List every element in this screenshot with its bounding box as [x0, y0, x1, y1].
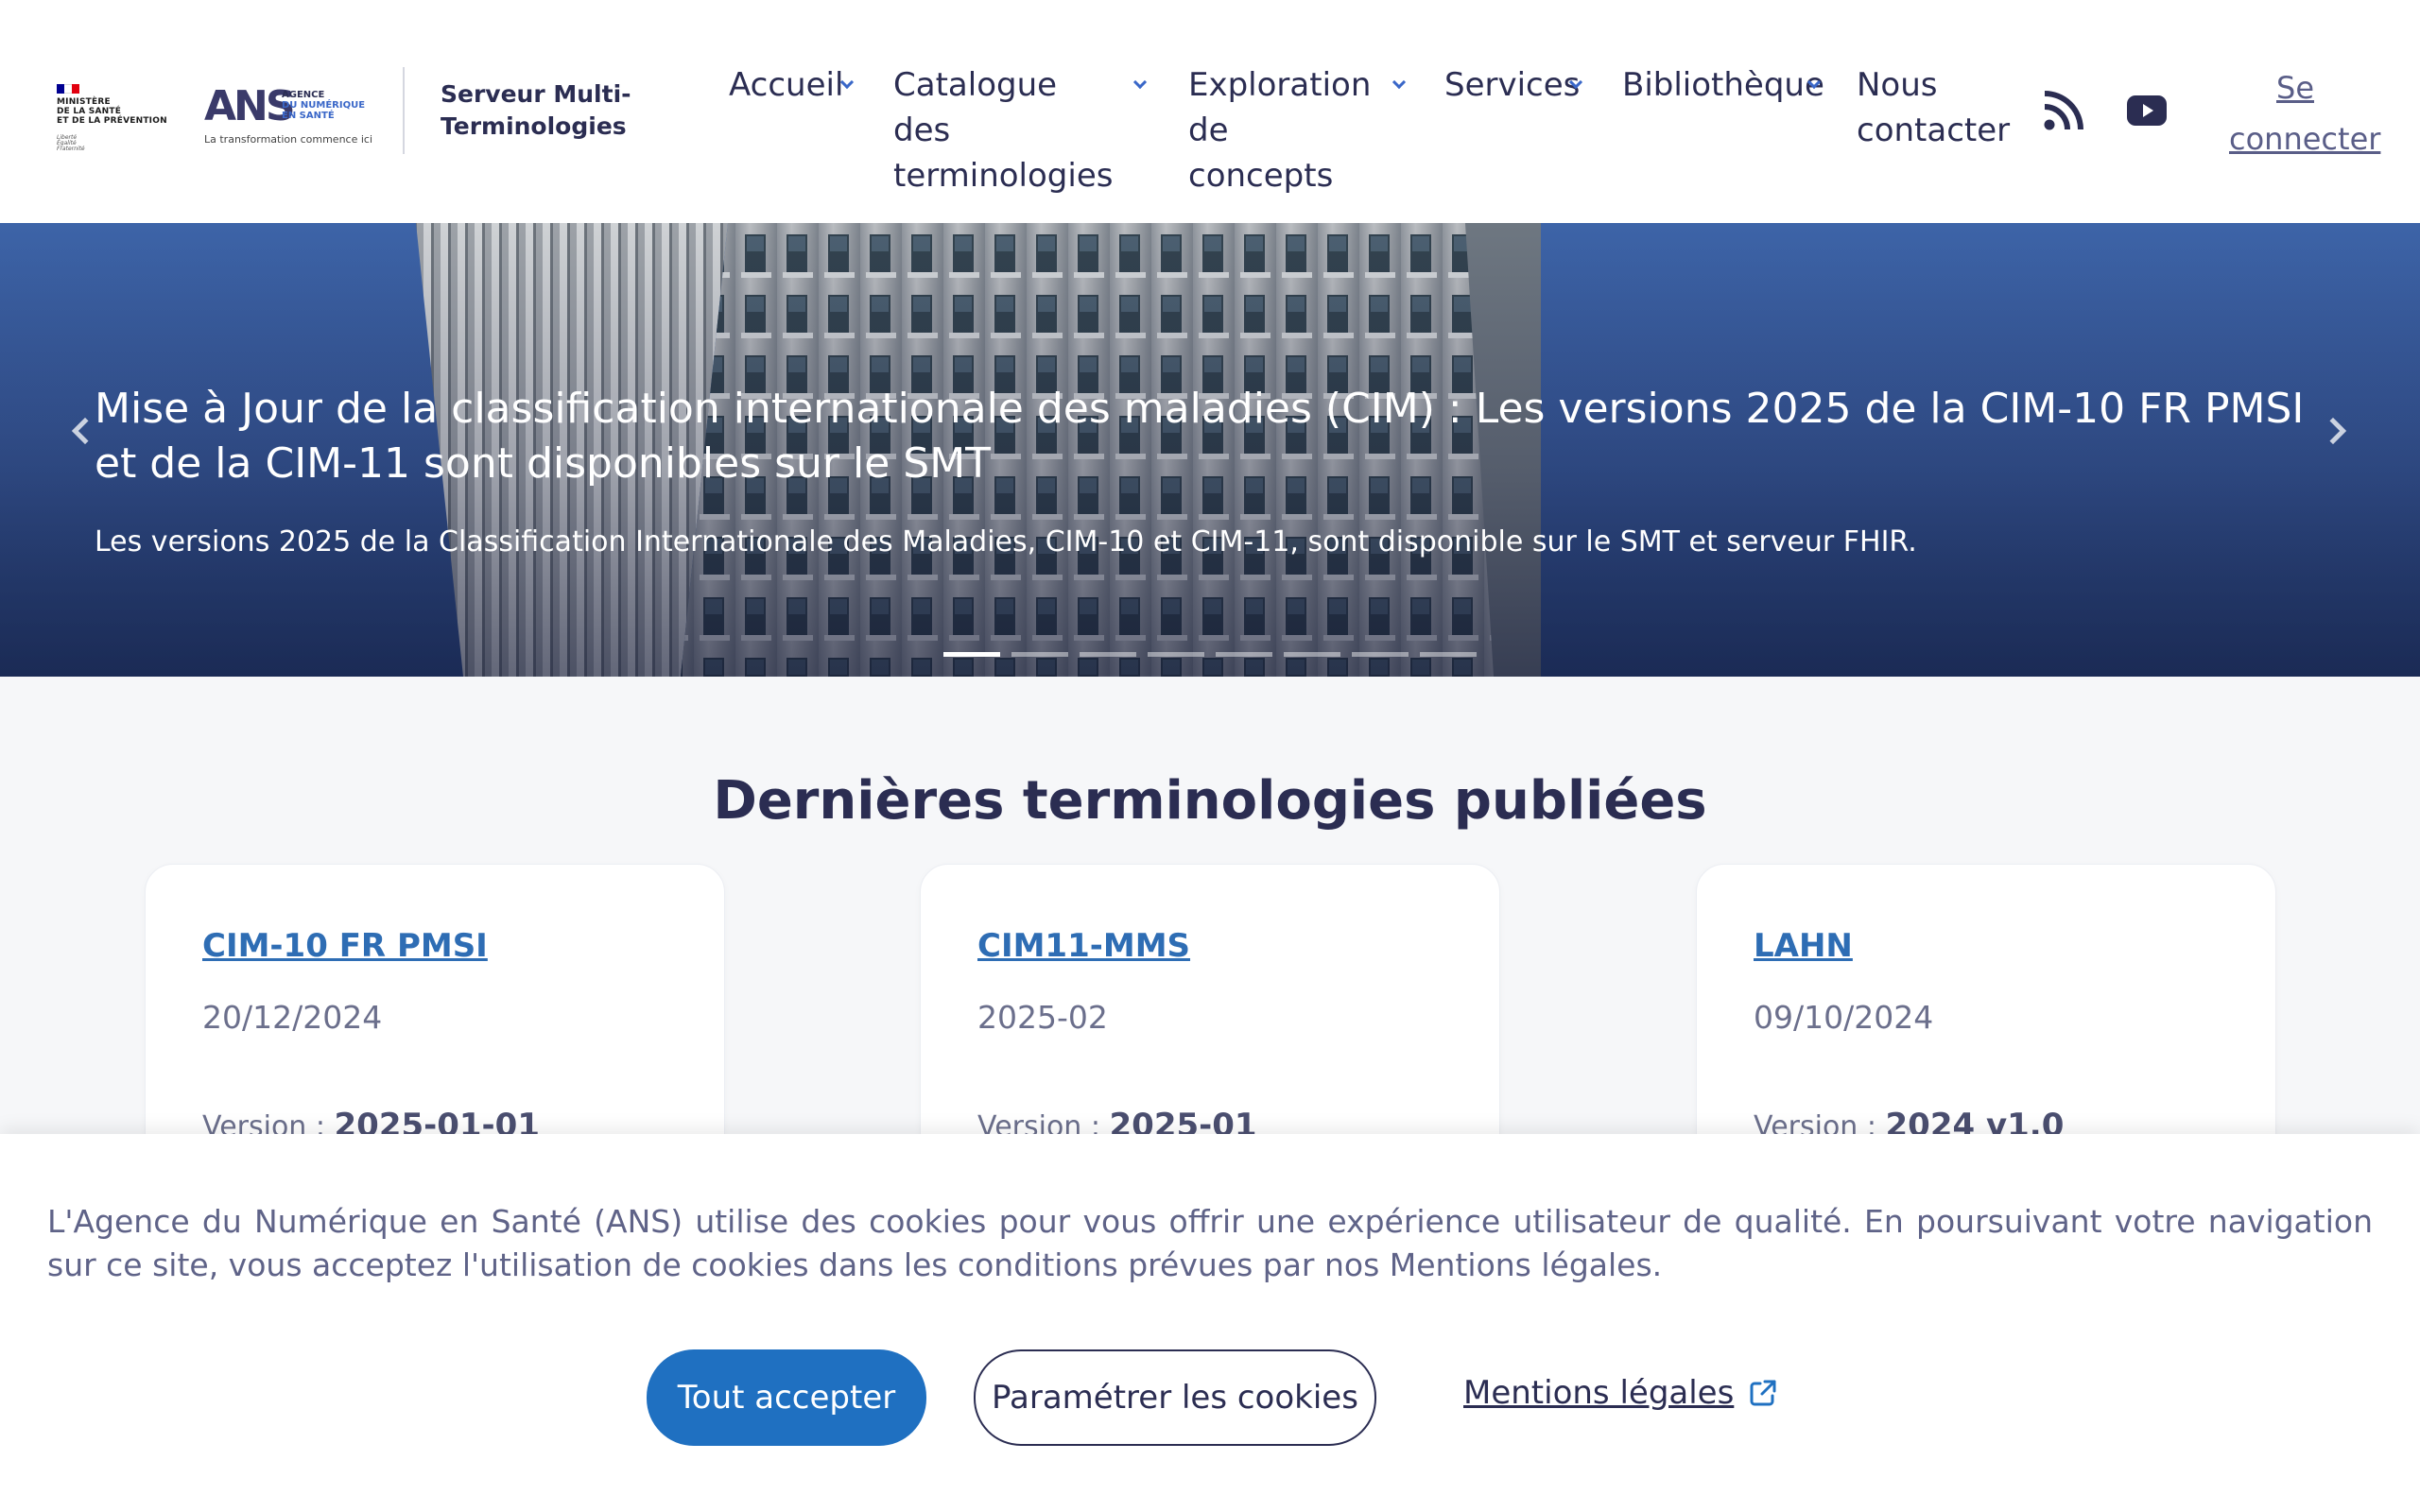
cookie-text: L'Agence du Numérique en Santé (ANS) uti… [47, 1203, 2373, 1283]
ans-numerique-line: DU NUMÉRIQUE [282, 100, 366, 111]
nav-item-label: Catalogue des terminologies [893, 66, 1114, 195]
nav-item-label: Accueil [729, 66, 844, 104]
carousel-indicators [943, 652, 1477, 657]
ans-logo[interactable]: ANS AGENCE DU NUMÉRIQUE EN SANTÉ La tran… [204, 73, 374, 148]
ans-tagline: La transformation commence ici [204, 133, 373, 146]
site-header: MINISTÈRE DE LA SANTÉ ET DE LA PRÉVENTIO… [0, 0, 2420, 223]
chevron-down-icon [1132, 75, 1148, 90]
external-link-icon [1750, 1380, 1776, 1406]
carousel-indicator[interactable] [943, 652, 1000, 657]
section-title: Dernières terminologies publiées [713, 770, 1707, 832]
carousel-indicator[interactable] [1011, 652, 1068, 657]
carousel-indicator[interactable] [1420, 652, 1477, 657]
card-date: 2025-02 [977, 999, 1108, 1036]
site-name[interactable]: Serveur Multi- Terminologies [441, 78, 631, 143]
ans-agence-text: AGENCE DU NUMÉRIQUE EN SANTÉ [282, 90, 365, 121]
nav-item-accueil[interactable]: Accueil [729, 62, 855, 108]
card-title-link[interactable]: CIM11-MMS [977, 927, 1190, 965]
logo-divider [403, 67, 405, 154]
carousel-indicator[interactable] [1284, 652, 1340, 657]
french-flag-icon [57, 84, 79, 94]
logo-group: MINISTÈRE DE LA SANTÉ ET DE LA PRÉVENTIO… [55, 67, 631, 154]
ministere-motto: Liberté Égalité Fraternité [57, 134, 85, 152]
card-date: 09/10/2024 [1754, 999, 1934, 1036]
accept-cookies-button[interactable]: Tout accepter [647, 1349, 926, 1446]
rss-icon [2044, 91, 2083, 130]
nav-item-bibliotheque[interactable]: Bibliothèque [1622, 62, 1824, 108]
legal-notice-label: Mentions légales [1463, 1374, 1735, 1412]
ans-logo-mark: ANS [204, 86, 296, 128]
hero-description: Les versions 2025 de la Classification I… [95, 525, 1917, 558]
carousel-indicator[interactable] [1080, 652, 1136, 657]
rss-link[interactable] [2044, 91, 2083, 134]
ministere-logo[interactable]: MINISTÈRE DE LA SANTÉ ET DE LA PRÉVENTIO… [55, 73, 168, 152]
carousel-indicator[interactable] [1148, 652, 1204, 657]
youtube-icon [2127, 95, 2167, 126]
nav-item-exploration[interactable]: Exploration de concepts [1188, 62, 1407, 198]
ministere-text: MINISTÈRE DE LA SANTÉ ET DE LA PRÉVENTIO… [57, 97, 167, 126]
chevron-down-icon [1392, 75, 1407, 90]
cookie-banner: L'Agence du Numérique en Santé (ANS) uti… [0, 1134, 2420, 1512]
nav-item-label: Bibliothèque [1622, 66, 1824, 104]
hero-title[interactable]: Mise à Jour de la classification interna… [95, 382, 2325, 491]
carousel-indicator[interactable] [1352, 652, 1409, 657]
login-link[interactable]: Se connecter [2229, 62, 2380, 164]
card-date: 20/12/2024 [202, 999, 383, 1036]
ans-mark-text: ANS [204, 82, 296, 130]
youtube-link[interactable] [2127, 95, 2167, 129]
nav-item-catalogue[interactable]: Catalogue des terminologies [893, 62, 1148, 198]
nav-item-label: Nous contacter [1857, 66, 2011, 149]
nav-item-contact[interactable]: Nous contacter [1857, 62, 2010, 153]
nav-item-label: Exploration de concepts [1188, 66, 1372, 195]
card-title-link[interactable]: CIM-10 FR PMSI [202, 927, 488, 965]
nav-item-label: Services [1444, 66, 1581, 104]
carousel-indicator[interactable] [1216, 652, 1272, 657]
cookie-settings-button[interactable]: Paramétrer les cookies [974, 1349, 1376, 1446]
hero-carousel: Mise à Jour de la classification interna… [0, 223, 2420, 677]
ans-sante-line: EN SANTÉ [282, 111, 335, 121]
legal-notice-link[interactable]: Mentions légales [1463, 1374, 1777, 1412]
ans-agence-line: AGENCE [282, 90, 325, 100]
nav-item-services[interactable]: Services [1444, 62, 1583, 108]
card-title-link[interactable]: LAHN [1754, 927, 1853, 965]
